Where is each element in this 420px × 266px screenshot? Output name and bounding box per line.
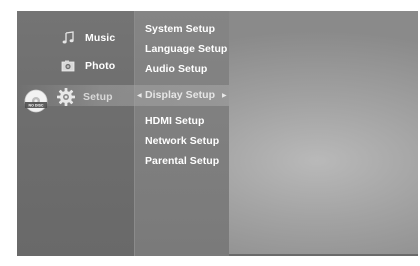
left-arrow-icon[interactable]: ◀ [137, 92, 142, 99]
submenu-item-network-setup[interactable]: Network Setup [145, 135, 219, 147]
submenu-item-audio-setup[interactable]: Audio Setup [145, 63, 207, 75]
music-icon [57, 28, 79, 48]
right-arrow-icon[interactable]: ▶ [222, 92, 227, 99]
disc-status-text: NO DISC [29, 104, 44, 108]
setup-screen: NO DISC Music Photo Setup System Setup L… [17, 11, 418, 256]
main-menu-label-setup: Setup [83, 91, 113, 103]
main-menu-item-setup[interactable]: Setup [55, 87, 131, 107]
gear-icon [55, 87, 77, 107]
photo-icon [57, 56, 79, 76]
submenu-item-hdmi-setup[interactable]: HDMI Setup [145, 115, 204, 127]
main-menu-item-music[interactable]: Music [57, 28, 133, 48]
main-menu-label-photo: Photo [85, 60, 116, 72]
submenu-item-parental-setup[interactable]: Parental Setup [145, 155, 219, 167]
main-menu-item-photo[interactable]: Photo [57, 56, 133, 76]
main-menu-label-music: Music [85, 32, 116, 44]
submenu-item-system-setup[interactable]: System Setup [145, 23, 215, 35]
disc-icon: NO DISC [24, 89, 48, 113]
submenu-item-language-setup[interactable]: Language Setup [145, 43, 227, 55]
submenu-item-display-setup[interactable]: Display Setup [145, 89, 215, 101]
